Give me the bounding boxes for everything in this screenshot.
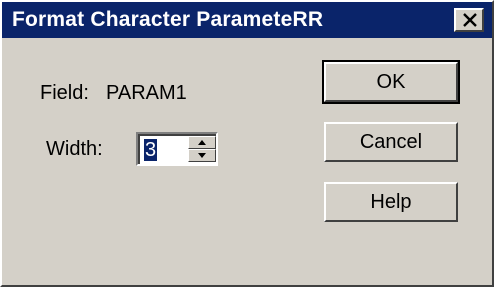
help-button[interactable]: Help	[324, 182, 458, 222]
width-label: Width:	[46, 138, 103, 160]
spin-buttons	[188, 136, 216, 162]
field-label: Field:	[40, 82, 89, 104]
cancel-button[interactable]: Cancel	[324, 122, 458, 162]
field-name-value: PARAM1	[106, 82, 187, 104]
up-arrow-icon	[198, 140, 206, 145]
close-button[interactable]	[454, 8, 484, 32]
close-icon	[463, 13, 477, 27]
width-spinner-frame: 3	[138, 134, 216, 164]
ok-button[interactable]: OK	[322, 60, 460, 104]
format-character-parameter-dialog: Format Character ParameteRR Field: PARAM…	[0, 0, 494, 287]
title-bar[interactable]: Format Character ParameteRR	[2, 2, 492, 38]
spin-up-button[interactable]	[188, 136, 216, 149]
width-input[interactable]: 3	[144, 139, 157, 161]
down-arrow-icon	[198, 153, 206, 158]
spin-down-button[interactable]	[188, 149, 216, 162]
dialog-title: Format Character ParameteRR	[12, 8, 324, 31]
width-spinner[interactable]: 3	[136, 132, 218, 166]
